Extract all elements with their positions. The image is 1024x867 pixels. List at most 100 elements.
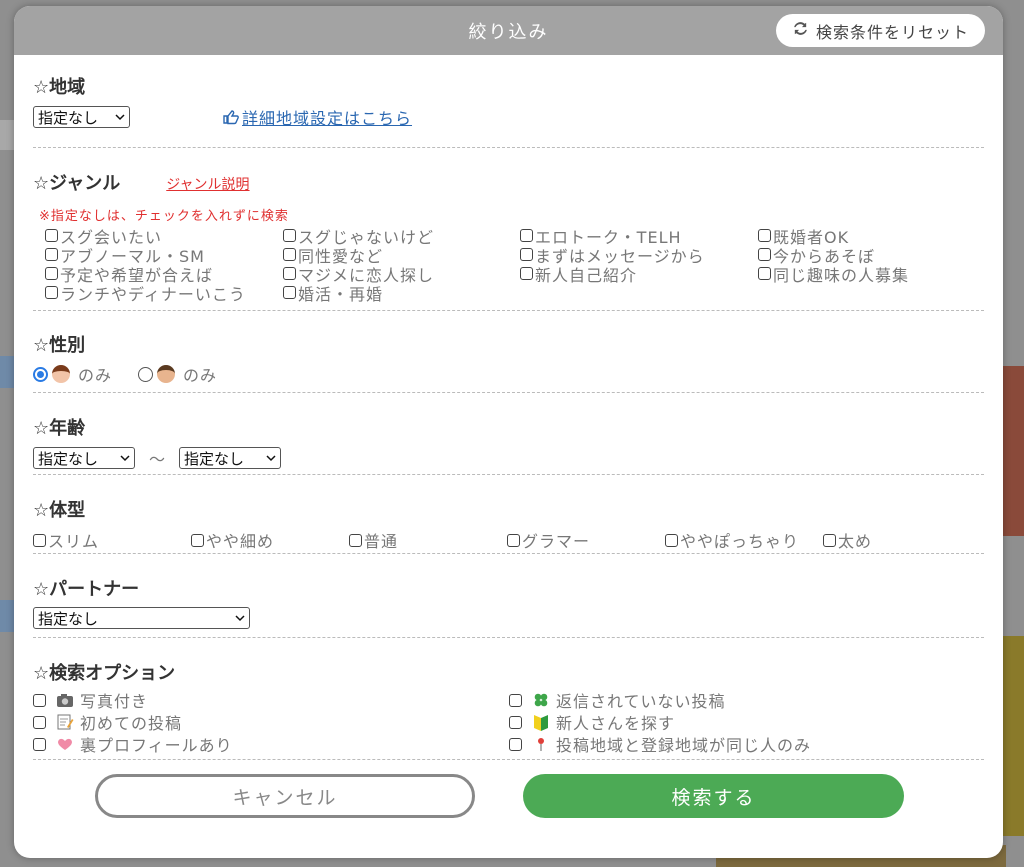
body-type-checkbox-item[interactable]: スリム — [33, 528, 99, 552]
search-option-checkbox[interactable] — [33, 693, 46, 707]
body-type-checkbox[interactable] — [665, 533, 678, 547]
genre-title: ☆ジャンル — [33, 173, 121, 194]
gender-female-radio[interactable] — [33, 366, 48, 382]
search-option-checkbox[interactable] — [509, 715, 522, 729]
gender-title: ☆性別 — [33, 335, 86, 356]
region-select-value: 指定なし — [38, 108, 99, 127]
genre-checkbox-item[interactable]: 婚活・再婚 — [283, 283, 520, 304]
genre-note: ※指定なしは、チェックを入れずに検索 — [39, 209, 289, 224]
search-option-label: 写真付き — [80, 692, 149, 711]
region-detail-link[interactable]: 詳細地域設定はこちら — [222, 105, 412, 129]
camera-icon — [56, 692, 74, 708]
pointing-hand-icon — [223, 110, 239, 125]
genre-checkbox[interactable] — [283, 267, 296, 280]
body-type-section: ☆体型 スリム やや細め 普通 グラマー ややぽっちゃり 太め — [33, 475, 984, 554]
genre-checkbox[interactable] — [520, 229, 533, 242]
search-option-label: 返信されていない投稿 — [556, 692, 726, 711]
body-type-checkbox[interactable] — [191, 533, 204, 547]
chevron-down-icon — [115, 114, 125, 121]
chevron-down-icon — [120, 455, 130, 462]
body-type-checkbox-item[interactable]: 太め — [823, 528, 872, 552]
search-option-label: 投稿地域と登録地域が同じ人のみ — [556, 736, 812, 755]
body-type-label: やや細め — [206, 532, 275, 551]
chevron-down-icon — [235, 615, 245, 622]
modal-footer: キャンセル 検索する — [14, 774, 1003, 818]
search-option-item[interactable]: 写真付き — [33, 689, 509, 711]
search-button[interactable]: 検索する — [523, 774, 904, 818]
genre-checkbox[interactable] — [520, 267, 533, 280]
body-type-label: 太め — [838, 532, 873, 551]
partner-select[interactable]: 指定なし — [33, 607, 250, 629]
genre-checkbox-item[interactable]: ランチやディナーいこう — [45, 283, 283, 304]
cancel-button[interactable]: キャンセル — [95, 774, 475, 818]
background-element — [1002, 636, 1024, 836]
body-type-checkbox-item[interactable]: グラマー — [507, 528, 590, 552]
search-option-item[interactable]: 返信されていない投稿 — [509, 689, 811, 711]
search-option-label: 新人さんを探す — [556, 714, 676, 733]
body-type-checkbox[interactable] — [349, 533, 362, 547]
age-from-select[interactable]: 指定なし — [33, 447, 135, 469]
body-type-checkbox-item[interactable]: 普通 — [349, 528, 398, 552]
modal-title: 絞り込み — [468, 21, 549, 43]
genre-checkbox[interactable] — [283, 229, 296, 242]
modal-header: 絞り込み 検索条件をリセット — [14, 6, 1003, 55]
search-option-checkbox[interactable] — [33, 715, 46, 729]
genre-checkbox-item[interactable]: 新人自己紹介 — [520, 264, 758, 285]
body-type-checkbox[interactable] — [33, 533, 46, 547]
age-to-select[interactable]: 指定なし — [179, 447, 282, 469]
body-type-checkbox[interactable] — [823, 533, 836, 547]
search-option-checkbox[interactable] — [33, 737, 46, 751]
gender-male-label: のみ — [183, 366, 218, 385]
partner-select-value: 指定なし — [38, 609, 99, 628]
body-type-checkbox-item[interactable]: やや細め — [191, 528, 274, 552]
refresh-icon — [792, 20, 809, 41]
genre-help-link[interactable]: ジャンル説明 — [166, 174, 249, 194]
search-option-item[interactable]: 初めての投稿 — [33, 711, 509, 733]
search-option-checkbox[interactable] — [509, 693, 522, 707]
age-from-value: 指定なし — [38, 449, 99, 468]
gender-male-radio[interactable] — [138, 366, 154, 382]
genre-checkbox[interactable] — [283, 248, 296, 261]
genre-checkbox[interactable] — [758, 267, 771, 280]
genre-checkbox[interactable] — [520, 248, 533, 261]
region-detail-link-text: 詳細地域設定はこちら — [242, 109, 413, 128]
male-face-icon — [157, 365, 176, 383]
genre-checkbox[interactable] — [283, 286, 296, 299]
chevron-down-icon — [266, 455, 276, 462]
clover-icon — [532, 692, 550, 708]
genre-checkbox[interactable] — [45, 248, 58, 261]
heart-icon — [56, 736, 74, 752]
search-option-item[interactable]: 投稿地域と登録地域が同じ人のみ — [509, 733, 811, 755]
memo-icon — [56, 714, 74, 730]
gender-section: ☆性別 のみ のみ — [33, 311, 984, 393]
partner-section: ☆パートナー 指定なし — [33, 554, 984, 638]
age-title: ☆年齢 — [33, 418, 86, 439]
age-to-value: 指定なし — [184, 449, 245, 468]
body-type-label: グラマー — [522, 532, 591, 551]
partner-title: ☆パートナー — [33, 579, 140, 600]
genre-checkbox[interactable] — [45, 267, 58, 280]
search-option-item[interactable]: 裏プロフィールあり — [33, 733, 509, 755]
beginner-mark-icon — [532, 714, 550, 731]
search-option-checkbox[interactable] — [509, 737, 522, 751]
genre-checkbox[interactable] — [758, 229, 771, 242]
search-options-section: ☆検索オプション 写真付き 初めての投稿 裏プロフィールあり 返信されていない投稿新… — [33, 638, 984, 760]
genre-checkbox[interactable] — [45, 229, 58, 242]
search-option-item[interactable]: 新人さんを探す — [509, 711, 811, 733]
body-type-label: スリム — [48, 532, 100, 551]
reset-button[interactable]: 検索条件をリセット — [775, 14, 985, 47]
genre-checkbox-grid: スグ会いたい スグじゃないけど エロトーク・TELH 既婚者OK アブノーマル・SM 同性… — [45, 226, 984, 304]
genre-checkbox[interactable] — [45, 286, 58, 299]
genre-label: ランチやディナーいこう — [60, 284, 246, 304]
background-element — [1002, 366, 1024, 536]
region-section: ☆地域 指定なし 詳細地域設定はこちら — [33, 73, 984, 148]
genre-checkbox-item[interactable]: 同じ趣味の人募集 — [758, 264, 988, 285]
body-type-checkbox-item[interactable]: ややぽっちゃり — [665, 528, 799, 552]
genre-checkbox[interactable] — [758, 248, 771, 261]
body-type-checkbox[interactable] — [507, 533, 520, 547]
region-title: ☆地域 — [33, 77, 86, 98]
genre-label: 新人自己紹介 — [535, 265, 638, 285]
body-type-label: 普通 — [364, 532, 399, 551]
region-select[interactable]: 指定なし — [33, 106, 130, 128]
search-option-label: 初めての投稿 — [80, 714, 183, 733]
